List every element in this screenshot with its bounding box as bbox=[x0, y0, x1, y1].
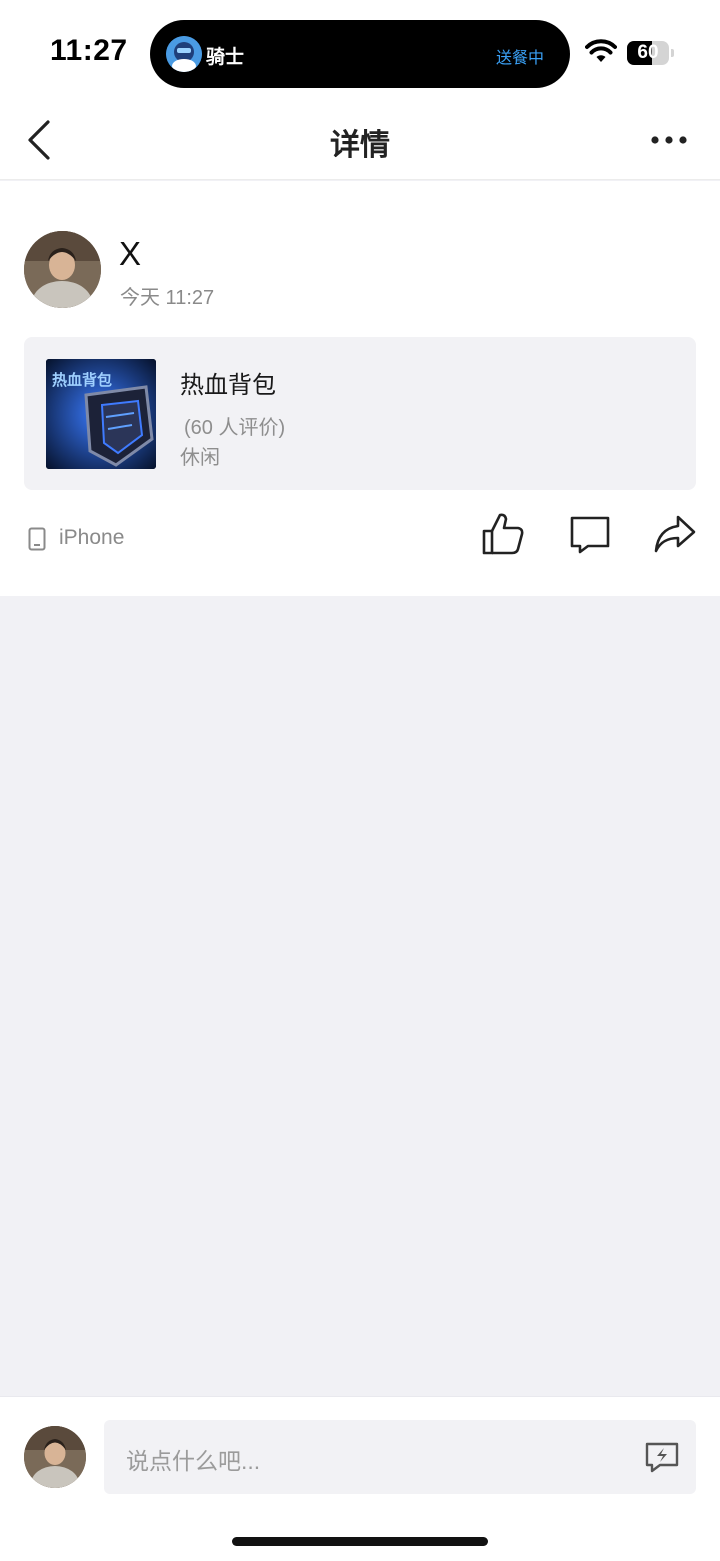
quick-reply-icon[interactable] bbox=[644, 1441, 680, 1473]
comment-placeholder: 说点什么吧... bbox=[126, 1448, 261, 1474]
comment-input[interactable]: 说点什么吧... bbox=[104, 1420, 696, 1494]
author-name[interactable]: X bbox=[119, 235, 141, 273]
battery-cap bbox=[671, 49, 674, 57]
share-button[interactable] bbox=[652, 513, 698, 555]
live-activity-title: 骑士 bbox=[206, 47, 245, 68]
game-rating-count: (60 人评价) bbox=[184, 417, 286, 439]
current-user-avatar[interactable] bbox=[24, 1426, 86, 1488]
status-time: 11:27 bbox=[50, 34, 128, 67]
delivery-rider-icon bbox=[166, 36, 202, 72]
page-title: 详情 bbox=[330, 129, 390, 162]
like-button[interactable] bbox=[480, 511, 526, 557]
game-thumb-caption: 热血背包 bbox=[52, 371, 112, 389]
battery-indicator: 60 bbox=[627, 41, 669, 65]
nav-bar: 详情 bbox=[0, 100, 720, 180]
live-activity-status: 送餐中 bbox=[495, 50, 544, 67]
status-bar: 11:27 骑士 送餐中 60 bbox=[0, 0, 720, 100]
more-options-button[interactable] bbox=[646, 122, 692, 158]
game-genre: 休闲 bbox=[180, 447, 220, 469]
home-indicator bbox=[232, 1537, 488, 1546]
device-label: iPhone bbox=[59, 526, 125, 549]
comment-button[interactable] bbox=[568, 514, 612, 554]
game-card[interactable]: 热血背包 热血背包 (60 人评价) 休闲 bbox=[24, 337, 696, 490]
game-thumbnail: 热血背包 bbox=[46, 359, 156, 469]
game-title: 热血背包 bbox=[180, 372, 276, 399]
author-avatar[interactable] bbox=[24, 231, 101, 308]
post-timestamp: 今天 11:27 bbox=[120, 287, 215, 309]
post-card: X 今天 11:27 热血背包 热血背包 (60 人评价) 休闲 iPhone bbox=[0, 181, 720, 596]
comment-bar: 说点什么吧... bbox=[0, 1396, 720, 1561]
battery-level: 60 bbox=[637, 42, 659, 63]
wifi-icon bbox=[585, 39, 617, 62]
phone-icon bbox=[28, 527, 46, 551]
dynamic-island-live-activity[interactable]: 骑士 送餐中 bbox=[150, 20, 570, 88]
